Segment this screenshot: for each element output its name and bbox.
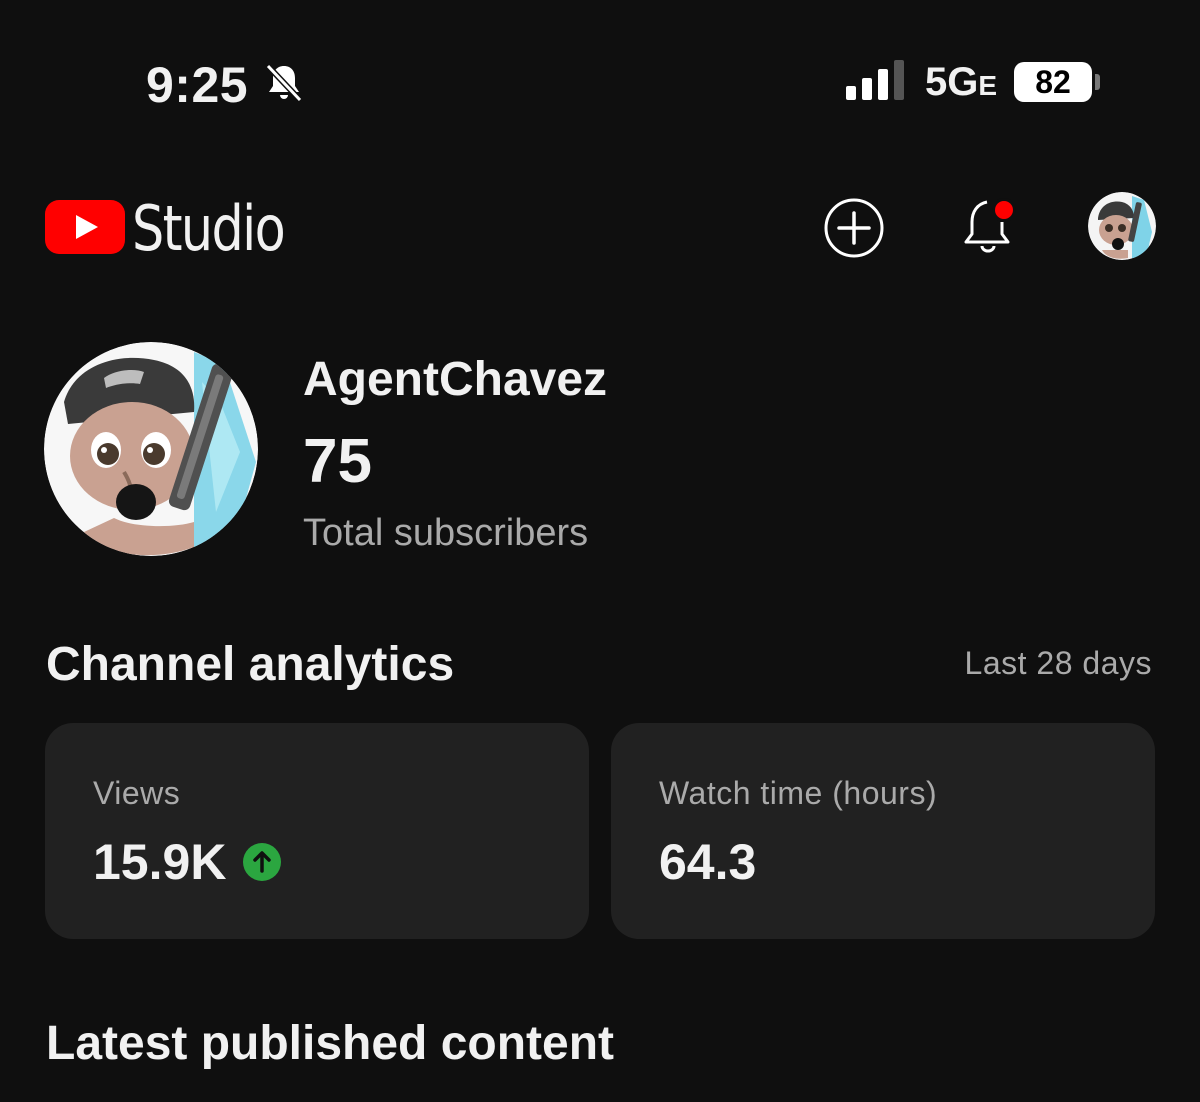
app-name: Studio — [132, 192, 286, 265]
plus-circle-icon[interactable] — [822, 196, 886, 260]
battery-icon: 82 — [1014, 62, 1100, 102]
channel-name: AgentChavez — [303, 353, 608, 406]
channel-avatar-image — [44, 342, 258, 556]
youtube-studio-screen: 9:25 5GE 82 Studio AgentChavez 75 Total … — [0, 0, 1200, 1102]
network-suffix: E — [978, 70, 998, 101]
arrow-up-icon — [243, 843, 281, 881]
account-avatar[interactable] — [1088, 192, 1156, 260]
avatar-image — [1088, 192, 1156, 260]
latest-content-title: Latest published content — [46, 1017, 615, 1070]
bell-off-icon — [265, 63, 303, 103]
bell-icon[interactable] — [958, 194, 1022, 258]
signal-icon — [846, 60, 904, 100]
watch-time-label: Watch time (hours) — [659, 775, 938, 811]
subscriber-label: Total subscribers — [303, 512, 589, 554]
views-label: Views — [93, 775, 181, 811]
youtube-logo-icon — [45, 200, 125, 254]
analytics-title: Channel analytics — [46, 638, 455, 691]
battery-cap — [1095, 74, 1100, 90]
network-indicator: 5GE — [925, 60, 997, 105]
subscriber-count: 75 — [303, 427, 372, 496]
channel-avatar — [44, 342, 258, 556]
watch-time-value: 64.3 — [659, 834, 757, 890]
status-bar: 9:25 5GE 82 — [0, 0, 1200, 160]
analytics-date-range: Last 28 days — [964, 645, 1152, 681]
notification-dot — [995, 201, 1013, 219]
views-value: 15.9K — [93, 834, 227, 890]
battery-level: 82 — [1014, 62, 1092, 102]
views-card[interactable]: Views 15.9K — [45, 723, 589, 939]
status-time: 9:25 — [146, 57, 249, 113]
watch-time-card[interactable]: Watch time (hours) 64.3 — [611, 723, 1155, 939]
network-type: 5G — [925, 60, 979, 104]
